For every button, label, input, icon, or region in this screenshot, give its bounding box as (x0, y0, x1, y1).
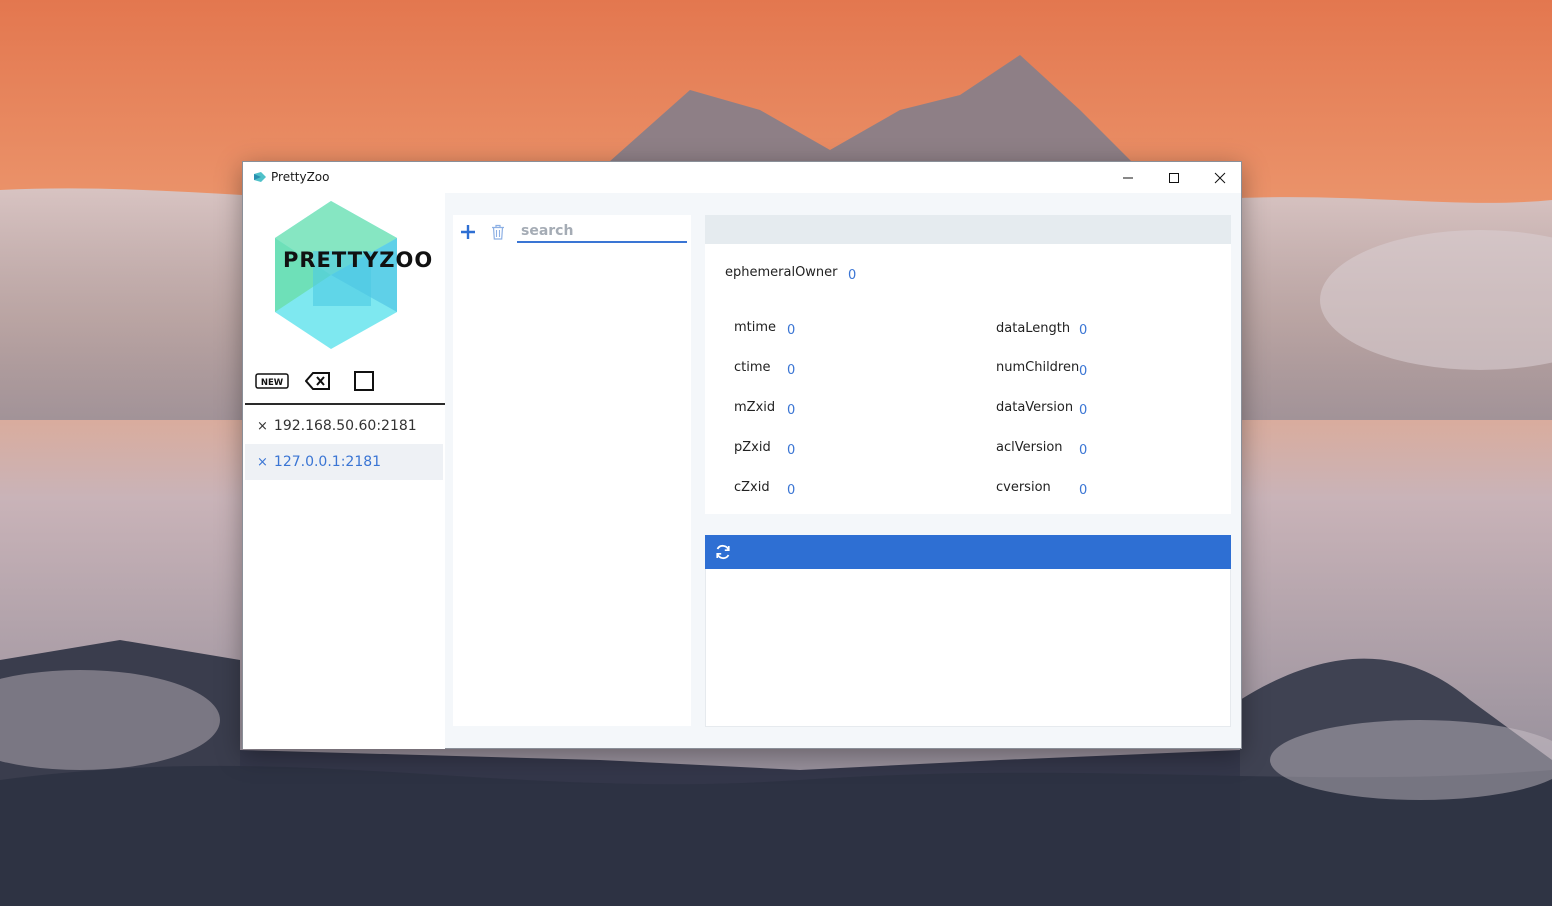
stat-value-czxid: 0 (787, 483, 796, 498)
stat-value-num-children: 0 (1079, 364, 1088, 379)
node-data-editor[interactable] (705, 569, 1231, 727)
delete-server-button[interactable] (301, 370, 335, 392)
close-server-icon[interactable]: × (257, 419, 268, 434)
stat-value-data-length: 0 (1079, 323, 1088, 338)
stat-value-mzxid: 0 (787, 403, 796, 418)
node-stat-panel: ephemeralOwner 0 mtime 0 ctime 0 mZxid 0… (705, 244, 1231, 514)
stat-label-ctime: ctime (734, 360, 771, 375)
sidebar-divider (245, 403, 445, 405)
stat-label-mtime: mtime (734, 320, 777, 335)
stat-label-num-children: numChildren (996, 360, 1080, 375)
minimize-button[interactable] (1105, 162, 1151, 193)
new-server-button[interactable]: NEW (255, 370, 289, 392)
stat-value-mtime: 0 (787, 323, 796, 338)
delete-server-icon (305, 372, 330, 390)
select-icon (354, 371, 374, 391)
refresh-icon (716, 544, 730, 560)
stat-label-czxid: cZxid (734, 480, 770, 495)
stat-value-acl-version: 0 (1079, 443, 1088, 458)
title-bar[interactable]: PrettyZoo (243, 162, 1241, 193)
stat-value-ctime: 0 (787, 363, 796, 378)
prettyzoo-logo: PRETTYZOO (275, 201, 433, 349)
close-button[interactable] (1197, 162, 1243, 193)
add-icon (461, 225, 475, 239)
stat-label-ephemeral-owner: ephemeralOwner (725, 265, 838, 280)
data-panel-header (705, 535, 1231, 569)
server-item-active[interactable]: × 127.0.0.1:2181 (245, 444, 443, 480)
logo-text: PRETTYZOO (283, 248, 433, 272)
stat-label-data-version: dataVersion (996, 400, 1074, 415)
sidebar: PRETTYZOO NEW × 192.168.50.60:2181 × 127… (243, 193, 445, 749)
stat-value-pzxid: 0 (787, 443, 796, 458)
server-label: 127.0.0.1:2181 (273, 454, 382, 470)
stat-label-mzxid: mZxid (734, 400, 776, 415)
stat-label-acl-version: aclVersion (996, 440, 1063, 455)
server-item[interactable]: × 192.168.50.60:2181 (245, 408, 443, 444)
refresh-button[interactable] (713, 542, 733, 562)
stat-label-cversion: cversion (996, 480, 1051, 495)
node-tree-panel (453, 215, 691, 726)
select-button[interactable] (347, 370, 381, 392)
close-icon (1214, 172, 1226, 183)
stat-value-cversion: 0 (1079, 483, 1088, 498)
new-label: NEW (261, 378, 284, 388)
new-server-icon: NEW (255, 373, 289, 389)
search-input[interactable] (517, 221, 687, 243)
maximize-icon (1169, 172, 1179, 183)
maximize-button[interactable] (1151, 162, 1197, 193)
window-title: PrettyZoo (271, 170, 330, 184)
trash-icon (492, 224, 504, 240)
add-node-button[interactable] (457, 221, 479, 243)
stat-label-pzxid: pZxid (734, 440, 771, 455)
delete-node-button[interactable] (487, 221, 509, 243)
server-list: × 192.168.50.60:2181 × 127.0.0.1:2181 (245, 408, 443, 480)
stat-label-data-length: dataLength (996, 321, 1071, 336)
server-label: 192.168.50.60:2181 (273, 418, 417, 434)
node-path-bar (705, 215, 1231, 244)
tree-toolbar (457, 221, 687, 243)
minimize-icon (1123, 177, 1133, 178)
app-window: PrettyZoo PRETTYZOO NEW × 192.168.50.60:… (242, 161, 1242, 749)
close-server-icon[interactable]: × (257, 455, 268, 470)
stat-value-ephemeral-owner: 0 (848, 268, 857, 283)
stat-value-data-version: 0 (1079, 403, 1088, 418)
app-logo-icon (254, 172, 266, 182)
server-toolbar: NEW (255, 369, 381, 393)
